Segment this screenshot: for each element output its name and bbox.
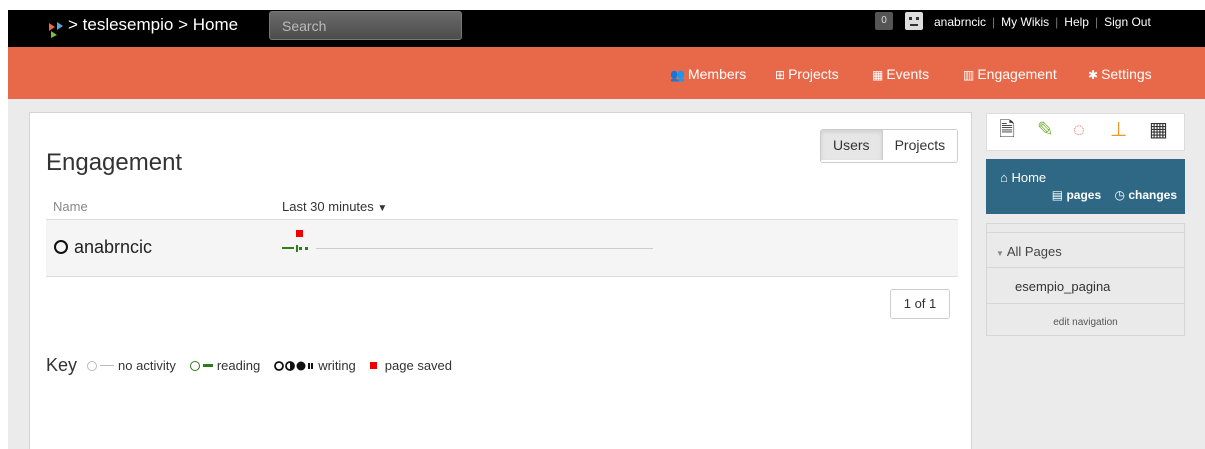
all-pages-toggle[interactable]: ▼ All Pages — [996, 244, 1062, 259]
reading-ring-icon — [189, 360, 200, 371]
calendar-icon[interactable]: ▦ — [1149, 118, 1168, 142]
sitemap-icon: ⊞ — [775, 68, 786, 82]
user-face-icon — [909, 17, 919, 26]
avatar[interactable] — [905, 12, 923, 30]
paperclip-icon[interactable]: ✎ — [1037, 118, 1054, 142]
separator: | — [992, 15, 996, 29]
no-activity-ring-icon — [87, 360, 98, 371]
key-reading: reading — [189, 358, 261, 373]
top-bar: > teslesempio > Home Search 0 anabrncic |… — [8, 10, 1205, 47]
key-no-activity-label: no activity — [118, 358, 176, 373]
reading-dot — [299, 247, 302, 250]
writing-circles-icon — [274, 360, 314, 371]
nav-projects[interactable]: ⊞ Projects — [775, 66, 839, 83]
username-link[interactable]: anabrncic — [934, 15, 986, 29]
changes-label: changes — [1128, 188, 1177, 202]
nav-members-label: Members — [687, 66, 747, 82]
edit-navigation-link[interactable]: edit navigation — [987, 317, 1184, 328]
home-label: Home — [1011, 170, 1047, 185]
reading-line-icon — [202, 364, 213, 367]
activity-timeline — [316, 248, 653, 249]
search-input[interactable]: Search — [269, 11, 462, 40]
saved-square-icon — [369, 362, 377, 369]
row-username: anabrncic — [74, 237, 153, 257]
help-link[interactable]: Help — [1064, 15, 1089, 29]
home-links: ▤ pages ◷ changes — [1052, 188, 1177, 202]
pagination-button[interactable]: 1 of 1 — [890, 289, 950, 319]
chart-icon: ▥ — [963, 68, 975, 82]
nav-events-label: Events — [886, 66, 930, 82]
key-no-activity: no activity — [87, 358, 176, 373]
page-title: Engagement — [46, 149, 183, 176]
nav-page-item[interactable]: esempio_pagina — [1015, 279, 1110, 294]
page-saved-marker — [296, 230, 303, 237]
separator: | — [1055, 15, 1059, 29]
window-left-edge — [0, 0, 8, 449]
reading-dot — [305, 247, 308, 250]
page-icon: ▤ — [1051, 188, 1064, 202]
key-page-saved: page saved — [369, 358, 453, 373]
key-reading-label: reading — [216, 358, 261, 373]
my-wikis-link[interactable]: My Wikis — [1001, 15, 1049, 29]
window-top-edge — [0, 0, 1205, 10]
caret-down-icon: ▼ — [996, 249, 1004, 258]
calendar-icon: ▦ — [872, 68, 884, 82]
row-user[interactable]: anabrncic — [54, 237, 152, 258]
caret-down-icon: ▼ — [377, 203, 388, 214]
gear-icon: ✱ — [1088, 68, 1099, 82]
nav-members[interactable]: 👥 Members — [670, 66, 746, 83]
key-writing-label: writing — [318, 358, 356, 373]
sitemap-icon[interactable]: ⊥ — [1110, 118, 1127, 142]
page-icon[interactable]: 🗎 — [999, 118, 1015, 142]
sidebar-home-box: ⌂ Home ▤ pages ◷ changes — [986, 159, 1185, 214]
notification-count-badge[interactable]: 0 — [875, 12, 893, 30]
members-icon: 👥 — [670, 68, 685, 82]
no-activity-line-icon — [100, 365, 115, 366]
key-label: Key — [46, 355, 78, 375]
comment-icon[interactable]: ◌ — [1073, 118, 1085, 142]
clock-icon: ◷ — [1114, 188, 1125, 202]
time-range-dropdown[interactable]: Last 30 minutes ▼ — [282, 199, 387, 214]
nav-events[interactable]: ▦ Events — [872, 66, 929, 83]
time-range-label: Last 30 minutes — [282, 199, 374, 214]
sidebar-toolbar: 🗎 ✎ ◌ ⊥ ▦ — [986, 113, 1185, 151]
breadcrumb[interactable]: > teslesempio > Home — [68, 14, 238, 36]
writing-marker — [296, 245, 298, 252]
key-page-saved-label: page saved — [384, 358, 453, 373]
toggle-users-button[interactable]: Users — [821, 130, 883, 160]
nav-engagement[interactable]: ▥ Engagement — [963, 66, 1057, 83]
engagement-panel: Engagement Users Projects Name Last 30 m… — [29, 112, 972, 449]
pages-label: pages — [1066, 188, 1102, 202]
pages-link[interactable]: ▤ pages — [1052, 188, 1101, 202]
view-toggle: Users Projects — [820, 129, 959, 163]
status-ring-icon — [54, 240, 68, 254]
legend-key: Key no activity reading writing page sav… — [46, 355, 466, 376]
nav-settings[interactable]: ✱ Settings — [1088, 66, 1152, 83]
column-header-name: Name — [53, 199, 88, 214]
reading-segment — [282, 247, 294, 249]
divider — [46, 276, 958, 277]
divider — [987, 267, 1184, 268]
sign-out-link[interactable]: Sign Out — [1104, 15, 1151, 29]
divider — [987, 303, 1184, 304]
main-nav: 👥 Members ⊞ Projects ▦ Events ▥ Engagement ✱… — [8, 47, 1205, 99]
nav-settings-label: Settings — [1101, 66, 1152, 82]
table-row[interactable]: anabrncic — [46, 220, 958, 276]
toggle-projects-button[interactable]: Projects — [882, 130, 958, 160]
nav-projects-label: Projects — [788, 66, 839, 82]
home-link[interactable]: ⌂ Home — [1000, 170, 1046, 185]
all-pages-label: All Pages — [1006, 244, 1062, 259]
changes-link[interactable]: ◷ changes — [1114, 188, 1177, 202]
sidebar-navigation: ▼ All Pages esempio_pagina edit navigati… — [986, 223, 1185, 336]
wiki-logo-icon[interactable] — [46, 21, 68, 39]
divider — [987, 232, 1184, 233]
home-icon: ⌂ — [1000, 170, 1008, 185]
user-menu: anabrncic | My Wikis | Help | Sign Out — [934, 14, 1151, 30]
key-writing: writing — [274, 358, 356, 373]
nav-engagement-label: Engagement — [977, 66, 1057, 82]
separator: | — [1094, 15, 1099, 29]
